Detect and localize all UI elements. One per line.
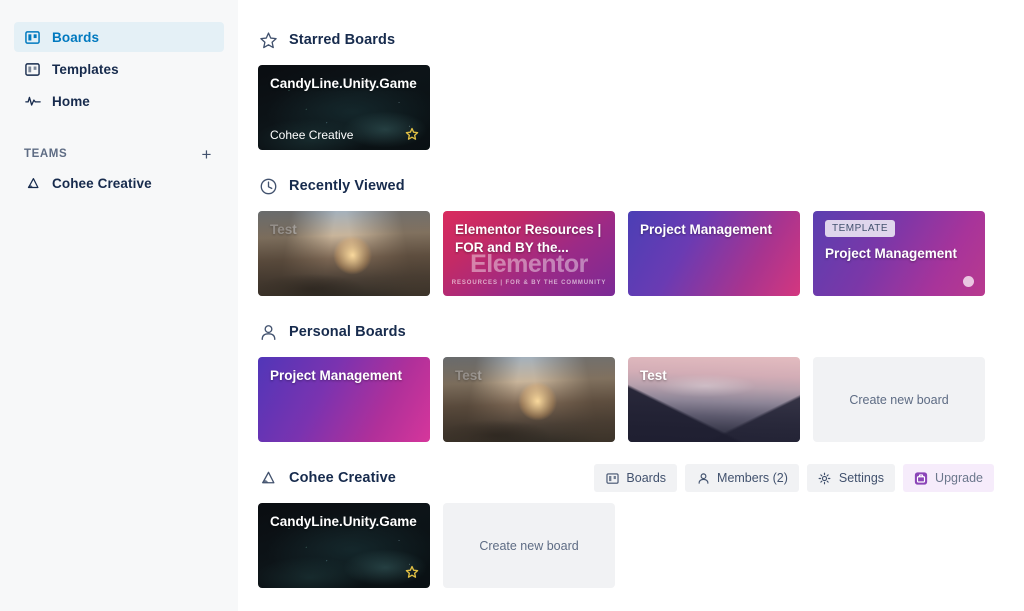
gear-icon xyxy=(818,471,832,485)
team-button-label: Boards xyxy=(626,471,667,485)
section-personal-boards: Personal Boards Project Management Test … xyxy=(258,318,1024,442)
home-activity-icon xyxy=(24,93,41,110)
board-title: Test xyxy=(270,222,297,237)
section-header: Cohee Creative Boards Members (2) Settin… xyxy=(258,464,1024,492)
star-icon xyxy=(258,30,278,50)
board-tile-test[interactable]: Test xyxy=(443,357,615,442)
sidebar-divider xyxy=(14,118,224,140)
teams-header: TEAMS + xyxy=(14,140,224,168)
board-title: Elementor Resources | FOR and BY the... xyxy=(455,222,602,255)
sidebar-item-boards[interactable]: Boards xyxy=(14,22,224,52)
boards-icon xyxy=(605,471,619,485)
team-button-label: Members (2) xyxy=(717,471,788,485)
board-tile-candyline-unity-game[interactable]: CandyLine.Unity.Game Cohee Creative xyxy=(258,65,430,150)
board-title: Test xyxy=(455,368,482,383)
team-icon xyxy=(258,468,278,488)
team-members-button[interactable]: Members (2) xyxy=(685,464,799,492)
section-header: Personal Boards xyxy=(258,318,1024,346)
add-team-button[interactable]: + xyxy=(199,146,214,163)
board-watermark-subtitle: RESOURCES | FOR & BY THE COMMUNITY xyxy=(451,280,607,286)
team-settings-button[interactable]: Settings xyxy=(806,464,896,492)
team-icon xyxy=(24,175,41,192)
teams-label: TEAMS xyxy=(24,148,68,160)
board-title: Test xyxy=(640,368,667,383)
team-actions: Boards Members (2) Settings Upgrade xyxy=(594,464,1024,492)
board-tile-elementor-resources[interactable]: Elementor RESOURCES | FOR & BY THE COMMU… xyxy=(443,211,615,296)
board-tile-candyline-unity-game[interactable]: CandyLine.Unity.Game xyxy=(258,503,430,588)
star-icon[interactable] xyxy=(405,565,419,581)
team-button-label: Upgrade xyxy=(935,471,983,485)
main-content: Starred Boards CandyLine.Unity.Game Cohe… xyxy=(238,0,1024,611)
board-tile-test[interactable]: Test xyxy=(258,211,430,296)
board-title: Project Management xyxy=(270,368,403,383)
board-grid: Project Management Test Test Create new … xyxy=(258,357,1024,442)
sidebar-item-label: Home xyxy=(52,93,90,109)
section-title: Personal Boards xyxy=(289,324,406,340)
sidebar-item-cohee-creative[interactable]: Cohee Creative xyxy=(14,168,224,198)
section-title: Cohee Creative xyxy=(289,470,396,486)
section-team-cohee-creative: Cohee Creative Boards Members (2) Settin… xyxy=(258,464,1024,588)
sidebar-item-label: Templates xyxy=(52,61,119,77)
team-button-label: Settings xyxy=(838,471,885,485)
board-team-name: Cohee Creative xyxy=(270,128,354,142)
section-starred-boards: Starred Boards CandyLine.Unity.Game Cohe… xyxy=(258,26,1024,150)
board-title: CandyLine.Unity.Game xyxy=(270,514,417,529)
star-icon[interactable] xyxy=(405,127,419,143)
board-grid: CandyLine.Unity.Game Cohee Creative xyxy=(258,65,1024,150)
sidebar-item-label: Cohee Creative xyxy=(52,175,152,191)
sidebar-item-templates[interactable]: Templates xyxy=(14,54,224,84)
section-header: Starred Boards xyxy=(258,26,1024,54)
boards-icon xyxy=(24,29,41,46)
board-grid: Test Elementor RESOURCES | FOR & BY THE … xyxy=(258,211,1024,296)
section-title: Recently Viewed xyxy=(289,178,405,194)
avatar xyxy=(963,276,974,287)
sidebar-item-label: Boards xyxy=(52,29,100,45)
sidebar-item-home[interactable]: Home xyxy=(14,86,224,116)
board-tile-project-management-template[interactable]: TEMPLATE Project Management xyxy=(813,211,985,296)
person-icon xyxy=(696,471,710,485)
board-grid: CandyLine.Unity.Game Create new board xyxy=(258,503,1024,588)
board-title: Project Management xyxy=(825,246,958,261)
app-root: Boards Templates Home TEAMS + Cohee Crea… xyxy=(0,0,1024,611)
board-title: CandyLine.Unity.Game xyxy=(270,76,417,91)
board-tile-project-management[interactable]: Project Management xyxy=(628,211,800,296)
briefcase-icon xyxy=(914,471,928,485)
clock-icon xyxy=(258,176,278,196)
template-badge: TEMPLATE xyxy=(825,220,896,237)
section-header: Recently Viewed xyxy=(258,172,1024,200)
sidebar: Boards Templates Home TEAMS + Cohee Crea… xyxy=(0,0,238,611)
team-boards-button[interactable]: Boards xyxy=(594,464,678,492)
section-recently-viewed: Recently Viewed Test Elementor RESOURCES… xyxy=(258,172,1024,296)
create-new-board-button[interactable]: Create new board xyxy=(813,357,985,442)
section-title: Starred Boards xyxy=(289,32,396,48)
board-tile-project-management[interactable]: Project Management xyxy=(258,357,430,442)
templates-icon xyxy=(24,61,41,78)
board-tile-test-2[interactable]: Test xyxy=(628,357,800,442)
person-icon xyxy=(258,322,278,342)
team-upgrade-button[interactable]: Upgrade xyxy=(903,464,994,492)
create-new-board-button[interactable]: Create new board xyxy=(443,503,615,588)
board-title: Project Management xyxy=(640,222,773,237)
